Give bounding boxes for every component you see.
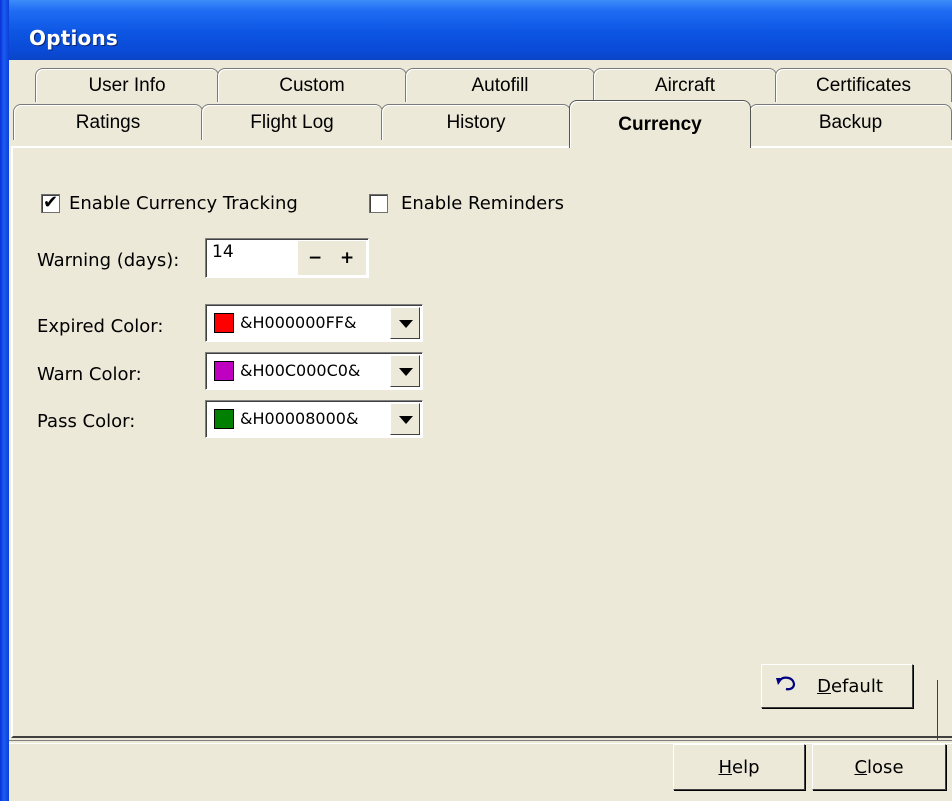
pass-color-swatch [214, 409, 234, 429]
tab-aircraft[interactable]: Aircraft [593, 68, 777, 102]
tab-certificates[interactable]: Certificates [775, 68, 952, 102]
pass-color-select[interactable]: &H00008000& [205, 400, 423, 438]
tab-user-info[interactable]: User Info [35, 68, 219, 102]
footer-separator [9, 740, 952, 744]
warn-color-label: Warn Color: [37, 364, 142, 385]
warning-days-label: Warning (days): [37, 250, 180, 271]
tab-currency[interactable]: Currency [569, 100, 751, 148]
help-button[interactable]: Help [673, 744, 805, 790]
warn-color-swatch [214, 361, 234, 381]
enable-reminders-label[interactable]: Enable Reminders [401, 193, 564, 214]
default-button-label: Default [817, 675, 883, 697]
default-button[interactable]: Default [761, 664, 913, 708]
warning-days-field[interactable]: 14 − + [205, 238, 369, 278]
title-bar[interactable]: Options [9, 0, 952, 60]
tab-backup[interactable]: Backup [749, 104, 952, 140]
enable-currency-tracking-label[interactable]: Enable Currency Tracking [69, 193, 298, 214]
checkmark-icon: ✔ [43, 192, 59, 213]
warning-days-value[interactable]: 14 [212, 242, 234, 262]
expired-color-swatch [214, 313, 234, 333]
tab-autofill[interactable]: Autofill [405, 68, 595, 102]
tab-panel-currency [11, 146, 952, 738]
options-window: Options User Info Custom Autofill Aircra… [0, 0, 952, 801]
close-button[interactable]: Close [812, 744, 946, 790]
warn-color-dropdown-button[interactable] [390, 355, 420, 387]
chevron-down-icon [399, 320, 413, 328]
expired-color-dropdown-button[interactable] [390, 307, 420, 339]
warn-color-value: &H00C000C0& [240, 361, 361, 380]
warn-color-select[interactable]: &H00C000C0& [205, 352, 423, 390]
window-frame-left [0, 0, 9, 801]
chevron-down-icon [399, 416, 413, 424]
window-title: Options [29, 26, 119, 50]
expired-color-select[interactable]: &H000000FF& [205, 304, 423, 342]
tab-ratings[interactable]: Ratings [13, 104, 203, 140]
undo-icon [776, 676, 796, 691]
tab-custom[interactable]: Custom [217, 68, 407, 102]
help-button-label: Help [718, 756, 760, 778]
tab-flight-log[interactable]: Flight Log [201, 104, 383, 140]
increment-button[interactable]: + [340, 248, 354, 268]
expired-color-label: Expired Color: [37, 316, 164, 337]
pass-color-label: Pass Color: [37, 411, 136, 432]
enable-currency-tracking-checkbox[interactable]: ✔ [41, 192, 60, 213]
dialog-content: User Info Custom Autofill Aircraft Certi… [9, 60, 952, 801]
panel-edge [937, 680, 938, 740]
expired-color-value: &H000000FF& [240, 313, 357, 332]
warning-days-stepper[interactable]: − + [298, 241, 366, 275]
decrement-button[interactable]: − [308, 248, 322, 268]
close-button-label: Close [854, 756, 904, 778]
pass-color-dropdown-button[interactable] [390, 403, 420, 435]
pass-color-value: &H00008000& [240, 409, 359, 428]
enable-reminders-checkbox[interactable] [369, 194, 388, 213]
chevron-down-icon [399, 368, 413, 376]
tab-history[interactable]: History [381, 104, 571, 140]
